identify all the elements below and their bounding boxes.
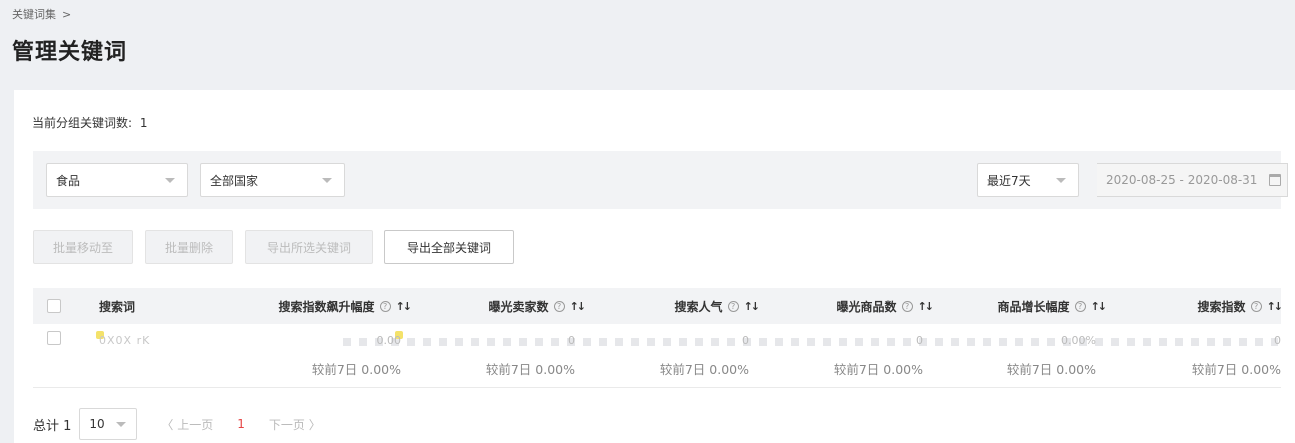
pagination: 总计 1 10 〈 上一页 1 下一页 〉 — [33, 408, 321, 440]
export-selected-button[interactable]: 导出所选关键词 — [245, 230, 373, 264]
column-keyword: 搜索词 — [99, 288, 135, 324]
category-select-value: 食品 — [56, 173, 81, 188]
help-icon[interactable]: ? — [553, 300, 565, 312]
sort-icon[interactable]: ↑↓ — [744, 300, 761, 313]
column-exposed-products[interactable]: 曝光商品数 ? ↑↓ — [836, 288, 935, 324]
date-range-value: 2020-08-25 - 2020-08-31 — [1106, 173, 1258, 187]
keyword-count-label: 当前分组关键词数: — [32, 116, 133, 130]
breadcrumb-link[interactable]: 关键词集 — [12, 6, 56, 22]
sort-icon[interactable]: ↑↓ — [570, 300, 587, 313]
date-range-picker[interactable]: 2020-08-25 - 2020-08-31 — [1097, 163, 1288, 197]
sort-icon[interactable]: ↑↓ — [1267, 300, 1284, 313]
column-label: 搜索词 — [99, 299, 136, 314]
period-select[interactable]: 最近7天 — [977, 163, 1079, 197]
column-search-index[interactable]: 搜索指数 ? ↑↓ — [1197, 288, 1284, 324]
keyword-count-value: 1 — [139, 116, 148, 130]
column-label: 商品增长幅度 — [997, 299, 1070, 314]
compare-cell: 较前7日 0.00% — [485, 362, 575, 377]
compare-cell: 较前7日 0.00% — [1006, 362, 1096, 377]
country-select[interactable]: 全部国家 — [200, 163, 345, 197]
column-label: 搜索指数飙升幅度 — [278, 299, 375, 314]
main-panel: 当前分组关键词数: 1 食品 全部国家 最近7天 2020-08-25 - 20… — [14, 90, 1295, 443]
sort-icon[interactable]: ↑↓ — [918, 300, 935, 313]
table-header: 搜索词 搜索指数飙升幅度 ? ↑↓ 曝光卖家数 ? ↑↓ 搜索人气 ? ↑↓ 曝… — [33, 288, 1284, 324]
country-select-value: 全部国家 — [210, 173, 259, 188]
column-product-growth[interactable]: 商品增长幅度 ? ↑↓ — [997, 288, 1108, 324]
sort-icon[interactable]: ↑↓ — [1091, 300, 1108, 313]
row-checkbox[interactable] — [47, 331, 61, 345]
keyword-cell[interactable]: 0X0X rK — [99, 334, 150, 347]
help-icon[interactable]: ? — [379, 300, 391, 312]
page-title: 管理关键词 — [12, 40, 128, 65]
sort-icon[interactable]: ↑↓ — [396, 300, 413, 313]
help-icon[interactable]: ? — [1074, 300, 1086, 312]
loading-placeholder — [343, 338, 1278, 346]
page-size-value: 10 — [89, 417, 105, 431]
export-all-button[interactable]: 导出全部关键词 — [384, 230, 514, 264]
column-label: 搜索指数 — [1197, 299, 1246, 314]
compare-cell: 较前7日 0.00% — [659, 362, 749, 377]
value-cell: 0 — [916, 334, 923, 347]
column-search-popularity[interactable]: 搜索人气 ? ↑↓ — [674, 288, 761, 324]
column-exposed-sellers[interactable]: 曝光卖家数 ? ↑↓ — [488, 288, 587, 324]
breadcrumb-separator: > — [62, 7, 72, 21]
help-icon[interactable]: ? — [901, 300, 913, 312]
help-icon[interactable]: ? — [1250, 300, 1262, 312]
compare-cell: 较前7日 0.00% — [311, 362, 401, 377]
compare-cell: 较前7日 0.00% — [833, 362, 923, 377]
value-cell: 0.00 — [376, 334, 402, 347]
total-count: 总计 1 — [33, 418, 72, 434]
value-cell: 0 — [1274, 334, 1281, 347]
table-row: 0X0X rK 0.00 0 0 0 0.00% 0 较前7日 0.00% 较前… — [33, 326, 1281, 388]
chevron-down-icon — [165, 178, 175, 183]
value-cell: 0 — [568, 334, 575, 347]
compare-cell: 较前7日 0.00% — [1191, 362, 1281, 377]
help-icon[interactable]: ? — [727, 300, 739, 312]
chevron-down-icon — [1056, 178, 1066, 183]
chevron-down-icon — [116, 422, 127, 427]
batch-delete-button[interactable]: 批量删除 — [145, 230, 233, 264]
column-label: 搜索人气 — [674, 299, 723, 314]
batch-move-button[interactable]: 批量移动至 — [33, 230, 133, 264]
chevron-down-icon — [322, 178, 332, 183]
period-select-value: 最近7天 — [987, 173, 1031, 188]
page-number-current[interactable]: 1 — [237, 417, 245, 431]
calendar-icon — [1269, 174, 1281, 186]
column-label: 曝光商品数 — [836, 299, 897, 314]
column-label: 曝光卖家数 — [488, 299, 549, 314]
value-cell: 0 — [742, 334, 749, 347]
next-page-button[interactable]: 下一页 〉 — [269, 416, 321, 433]
filter-bar: 食品 全部国家 最近7天 2020-08-25 - 2020-08-31 — [33, 151, 1288, 209]
breadcrumb: 关键词集 > — [12, 6, 71, 22]
column-index-surge[interactable]: 搜索指数飙升幅度 ? ↑↓ — [278, 288, 413, 324]
category-select[interactable]: 食品 — [46, 163, 188, 197]
prev-page-button[interactable]: 〈 上一页 — [161, 416, 213, 433]
value-cell: 0.00% — [1061, 334, 1096, 347]
page-size-select[interactable]: 10 — [79, 408, 138, 440]
select-all-checkbox[interactable] — [47, 299, 61, 313]
keyword-count: 当前分组关键词数: 1 — [32, 114, 148, 131]
